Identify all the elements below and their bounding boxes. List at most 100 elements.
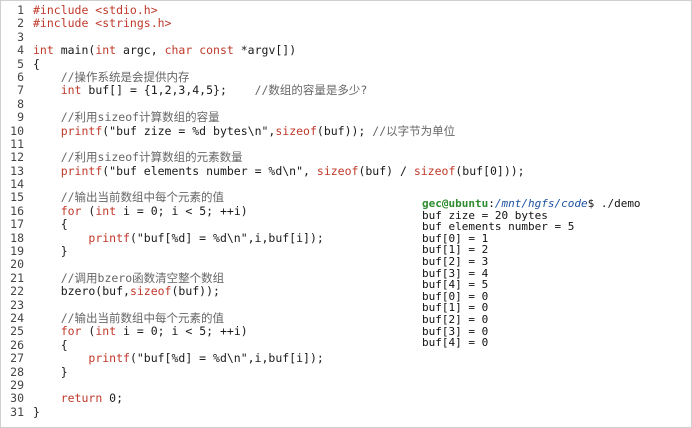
code-comment: //数组的容量是多少?: [254, 83, 368, 98]
code-token: (buf[0]));: [455, 163, 525, 178]
code-keyword: printf: [88, 230, 130, 245]
code-token: main(: [53, 43, 96, 58]
code-line[interactable]: 11: [2, 136, 525, 151]
code-keyword: int: [33, 43, 54, 58]
code-text: {: [33, 338, 68, 352]
code-token: ("buf[%d] = %d\n",i,buf[i]);: [129, 230, 324, 245]
code-token: ("buf zize = %d bytes\n",: [102, 123, 276, 138]
code-line[interactable]: 7 int buf[] = {1,2,3,4,5}; //数组的容量是多少?: [2, 83, 525, 98]
line-number: 18: [10, 230, 24, 245]
code-line[interactable]: 30 return 0;: [2, 391, 525, 406]
code-comment: //以字节为单位: [372, 123, 456, 138]
code-text: //输出当前数组中每个元素的值: [33, 311, 224, 325]
code-keyword: sizeof: [275, 123, 317, 138]
line-number: 30: [10, 391, 24, 406]
line-number: 29: [10, 377, 24, 392]
code-text: //调用bzero函数清空整个数组: [33, 271, 224, 285]
code-text: }: [33, 244, 68, 258]
code-line[interactable]: 2 #include <strings.h>: [2, 16, 525, 31]
code-token: }: [33, 404, 40, 419]
code-text: printf("buf[%d] = %d\n",i,buf[i]);: [33, 230, 324, 245]
line-number: 3: [17, 29, 24, 44]
terminal-line: buf[4] = 5: [422, 278, 489, 292]
code-keyword: for: [60, 203, 82, 218]
code-line[interactable]: 31}: [2, 404, 525, 419]
code-comment: //利用sizeof计算数组的容量: [33, 110, 220, 125]
code-line[interactable]: 14: [2, 177, 525, 191]
code-text: for (int i = 0; i < 5; ++i): [33, 325, 248, 338]
code-token: bzero(buf,: [33, 284, 130, 299]
code-keyword: sizeof: [129, 284, 172, 299]
code-line[interactable]: 28 }: [2, 365, 525, 379]
code-text: bzero(buf,sizeof(buf));: [33, 285, 220, 298]
code-line[interactable]: 4 int main(int argc, char const *argv[]): [2, 43, 525, 58]
code-token: (: [81, 203, 96, 218]
code-line[interactable]: 27 printf("buf[%d] = %d\n",i,buf[i]);: [2, 351, 525, 366]
line-number: 4: [17, 43, 24, 58]
code-line[interactable]: 10 printf("buf zize = %d bytes\n",sizeof…: [2, 123, 525, 138]
code-token: (buf));: [316, 123, 373, 138]
code-token: {: [33, 217, 68, 232]
line-number: 2: [17, 16, 24, 31]
line-number: 12: [10, 150, 24, 165]
code-keyword: char const: [164, 43, 234, 58]
code-keyword: sizeof: [413, 163, 456, 178]
code-keyword: int: [60, 83, 82, 98]
code-token: ("buf[%d] = %d\n",i,buf[i]);: [129, 351, 324, 366]
code-keyword: #include <stdio.h>: [33, 3, 158, 17]
code-text: printf("buf elements number = %d\n", siz…: [33, 163, 525, 178]
code-keyword: #include <strings.h>: [33, 16, 172, 31]
code-keyword: sizeof: [316, 163, 359, 178]
code-token: i = 0; i < 5; ++i): [116, 324, 248, 339]
code-line[interactable]: 3: [2, 29, 525, 44]
line-number: 8: [17, 96, 24, 111]
code-token: (buf));: [171, 284, 220, 299]
line-number: 24: [10, 310, 24, 325]
code-line[interactable]: 6 //操作系统是会提供内存: [2, 69, 525, 84]
line-number: 23: [10, 297, 24, 312]
code-line[interactable]: 9 //利用sizeof计算数组的容量: [2, 110, 525, 125]
line-number: 31: [10, 404, 24, 419]
code-line[interactable]: 5{: [2, 56, 525, 71]
line-number: 7: [17, 83, 24, 98]
line-number: 15: [10, 190, 24, 205]
code-comment: //利用sizeof计算数组的元素数量: [33, 150, 243, 165]
code-comment: //输出当前数组中每个元素的值: [33, 190, 225, 205]
code-text: #include <stdio.h>: [33, 3, 158, 17]
code-token: argc,: [116, 43, 165, 58]
code-line[interactable]: 29: [2, 377, 525, 392]
code-text: }: [33, 365, 68, 379]
code-line[interactable]: 12 //利用sizeof计算数组的元素数量: [2, 150, 525, 165]
code-token: buf[] = {1,2,3,4,5};: [81, 83, 255, 98]
code-text: printf("buf zize = %d bytes\n",sizeof(bu…: [33, 123, 456, 138]
terminal-line: buf[4] = 0: [422, 336, 489, 350]
code-text: //操作系统是会提供内存: [33, 69, 190, 84]
code-keyword: printf: [88, 351, 130, 366]
code-text: //利用sizeof计算数组的容量: [33, 110, 220, 125]
code-token: i = 0; i < 5; ++i): [116, 203, 248, 218]
line-number: 13: [10, 163, 24, 178]
code-text: int buf[] = {1,2,3,4,5}; //数组的容量是多少?: [33, 83, 368, 98]
code-line[interactable]: 13 printf("buf elements number = %d\n", …: [2, 163, 525, 178]
line-number: 11: [10, 136, 24, 151]
line-number: 6: [17, 69, 24, 84]
terminal-line: buf[2] = 0: [422, 312, 489, 326]
line-number: 10: [10, 123, 24, 138]
code-line[interactable]: 8: [2, 96, 525, 111]
line-number: 5: [17, 56, 24, 71]
code-keyword: printf: [60, 123, 103, 138]
code-text: //利用sizeof计算数组的元素数量: [33, 151, 243, 164]
terminal-output: gec@ubuntu:/mnt/hgfs/code$ ./demo buf zi…: [422, 198, 641, 349]
code-keyword: for: [60, 324, 82, 339]
code-text: {: [33, 57, 40, 71]
code-comment: //操作系统是会提供内存: [33, 69, 190, 84]
code-token: (buf) /: [358, 163, 414, 178]
code-line[interactable]: 1 #include <stdio.h>: [2, 3, 525, 17]
line-number: 22: [10, 284, 24, 299]
code-text: printf("buf[%d] = %d\n",i,buf[i]);: [33, 351, 324, 366]
